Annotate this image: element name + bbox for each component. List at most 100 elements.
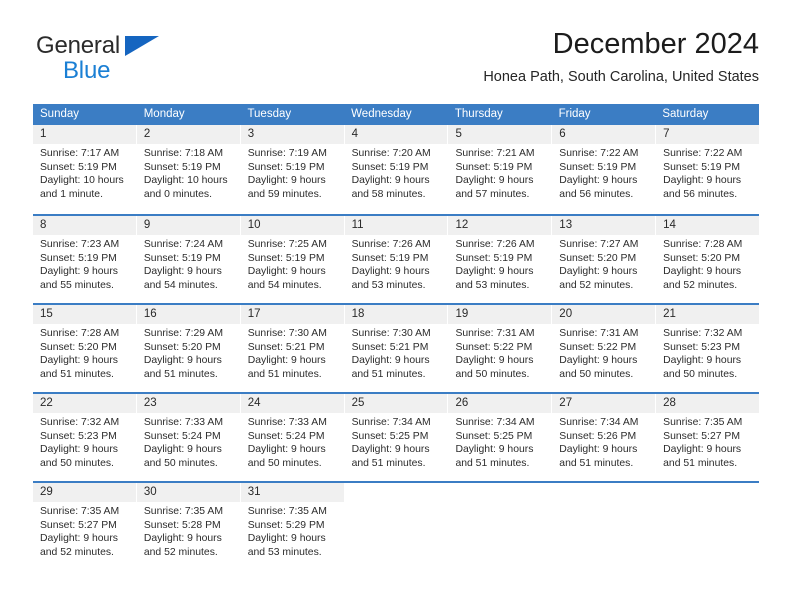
- sunrise-text: Sunrise: 7:35 AM: [663, 417, 743, 428]
- day-sun-info: Sunrise: 7:31 AM Sunset: 5:22 PM Daylight:…: [552, 324, 655, 381]
- daylight-text-line2: and 51 minutes.: [247, 368, 322, 380]
- day-sun-info: Sunrise: 7:24 AM Sunset: 5:19 PM Daylight:…: [137, 235, 240, 292]
- sunrise-text: Sunrise: 7:31 AM: [455, 328, 535, 339]
- calendar-day-cell[interactable]: 27 Sunrise: 7:34 AM Sunset: 5:26 PM Dayligh…: [552, 394, 656, 480]
- day-number: 27: [552, 394, 656, 413]
- calendar-day-cell[interactable]: 4 Sunrise: 7:20 AM Sunset: 5:19 PM Daylight…: [344, 125, 448, 213]
- day-sun-info: Sunrise: 7:26 AM Sunset: 5:19 PM Daylight:…: [448, 235, 551, 292]
- daylight-text-line2: and 50 minutes.: [143, 457, 218, 469]
- day-sun-info: Sunrise: 7:35 AM Sunset: 5:27 PM Daylight:…: [656, 413, 759, 470]
- calendar-day-cell[interactable]: 12 Sunrise: 7:26 AM Sunset: 5:19 PM Dayligh…: [448, 216, 552, 302]
- daylight-text-line1: Daylight: 9 hours: [663, 266, 742, 278]
- sunrise-text: Sunrise: 7:27 AM: [559, 239, 639, 250]
- calendar-day-cell-empty: [656, 483, 759, 569]
- calendar-day-cell[interactable]: 13 Sunrise: 7:27 AM Sunset: 5:20 PM Dayligh…: [552, 216, 656, 302]
- day-sun-info: Sunrise: 7:33 AM Sunset: 5:24 PM Daylight:…: [241, 413, 344, 470]
- daylight-text-line1: Daylight: 9 hours: [247, 266, 326, 278]
- sunset-text: Sunset: 5:29 PM: [247, 519, 325, 531]
- calendar-day-cell-empty: [448, 483, 551, 569]
- calendar-day-cell[interactable]: 3 Sunrise: 7:19 AM Sunset: 5:19 PM Daylight…: [240, 125, 344, 213]
- daylight-text-line2: and 50 minutes.: [663, 368, 738, 380]
- day-number: 16: [136, 305, 240, 324]
- calendar-day-cell[interactable]: 7 Sunrise: 7:22 AM Sunset: 5:19 PM Daylight…: [656, 125, 760, 213]
- calendar-day-cell[interactable]: 23 Sunrise: 7:33 AM Sunset: 5:24 PM Dayligh…: [136, 394, 240, 480]
- day-number: 2: [136, 125, 240, 144]
- calendar-day-cell[interactable]: 16 Sunrise: 7:29 AM Sunset: 5:20 PM Dayligh…: [136, 305, 240, 391]
- day-number: 12: [448, 216, 552, 235]
- calendar-day-cell[interactable]: 24 Sunrise: 7:33 AM Sunset: 5:24 PM Dayligh…: [240, 394, 344, 480]
- sunset-text: Sunset: 5:24 PM: [247, 430, 325, 442]
- daylight-text-line1: Daylight: 9 hours: [247, 355, 326, 367]
- sunrise-text: Sunrise: 7:28 AM: [663, 239, 743, 250]
- day-sun-info: Sunrise: 7:22 AM Sunset: 5:19 PM Daylight:…: [656, 144, 759, 201]
- daylight-text-line1: Daylight: 9 hours: [559, 444, 638, 456]
- day-number: [656, 483, 759, 502]
- calendar-day-cell[interactable]: 18 Sunrise: 7:30 AM Sunset: 5:21 PM Dayligh…: [344, 305, 448, 391]
- sunrise-text: Sunrise: 7:17 AM: [40, 148, 120, 159]
- day-number: 21: [656, 305, 760, 324]
- day-sun-info: Sunrise: 7:34 AM Sunset: 5:25 PM Daylight:…: [448, 413, 551, 470]
- day-number: 3: [240, 125, 344, 144]
- calendar-day-cell[interactable]: 14 Sunrise: 7:28 AM Sunset: 5:20 PM Dayligh…: [656, 216, 760, 302]
- calendar-day-cell[interactable]: 15 Sunrise: 7:28 AM Sunset: 5:20 PM Dayligh…: [33, 305, 136, 391]
- calendar-day-cell[interactable]: 29 Sunrise: 7:35 AM Sunset: 5:27 PM Dayligh…: [33, 483, 136, 569]
- calendar-day-cell[interactable]: 11 Sunrise: 7:26 AM Sunset: 5:19 PM Dayligh…: [344, 216, 448, 302]
- calendar-day-cell[interactable]: 10 Sunrise: 7:25 AM Sunset: 5:19 PM Dayligh…: [240, 216, 344, 302]
- sunset-text: Sunset: 5:27 PM: [663, 430, 740, 442]
- daylight-text-line1: Daylight: 9 hours: [559, 266, 638, 278]
- calendar-day-cell[interactable]: 1 Sunrise: 7:17 AM Sunset: 5:19 PM Daylight…: [33, 125, 136, 213]
- day-sun-info: Sunrise: 7:35 AM Sunset: 5:28 PM Daylight:…: [137, 502, 240, 559]
- sunset-text: Sunset: 5:23 PM: [663, 341, 740, 353]
- calendar-day-cell[interactable]: 19 Sunrise: 7:31 AM Sunset: 5:22 PM Dayligh…: [448, 305, 552, 391]
- sunset-text: Sunset: 5:22 PM: [559, 341, 637, 353]
- daylight-text-line1: Daylight: 9 hours: [455, 175, 534, 187]
- sunset-text: Sunset: 5:19 PM: [247, 252, 325, 264]
- sunset-text: Sunset: 5:19 PM: [247, 161, 325, 173]
- calendar-day-cell[interactable]: 21 Sunrise: 7:32 AM Sunset: 5:23 PM Dayligh…: [656, 305, 760, 391]
- calendar-day-cell-empty: [345, 483, 448, 569]
- calendar-day-cell[interactable]: 30 Sunrise: 7:35 AM Sunset: 5:28 PM Dayligh…: [136, 483, 240, 569]
- page-subtitle: Honea Path, South Carolina, United State…: [483, 69, 759, 85]
- calendar-day-cell[interactable]: 31 Sunrise: 7:35 AM Sunset: 5:29 PM Dayligh…: [240, 483, 344, 569]
- day-sun-info: Sunrise: 7:32 AM Sunset: 5:23 PM Daylight:…: [33, 413, 136, 470]
- weekday-header-monday: Monday: [143, 108, 185, 120]
- day-sun-info: Sunrise: 7:25 AM Sunset: 5:19 PM Daylight:…: [241, 235, 344, 292]
- calendar-day-cell[interactable]: 2 Sunrise: 7:18 AM Sunset: 5:19 PM Daylight…: [136, 125, 240, 213]
- day-sun-info: [552, 502, 655, 505]
- calendar-day-cell[interactable]: 20 Sunrise: 7:31 AM Sunset: 5:22 PM Dayligh…: [552, 305, 656, 391]
- calendar-day-cell[interactable]: 22 Sunrise: 7:32 AM Sunset: 5:23 PM Dayligh…: [33, 394, 136, 480]
- daylight-text-line1: Daylight: 10 hours: [143, 175, 228, 187]
- calendar-day-cell[interactable]: 25 Sunrise: 7:34 AM Sunset: 5:25 PM Dayligh…: [344, 394, 448, 480]
- calendar-day-cell[interactable]: 5 Sunrise: 7:21 AM Sunset: 5:19 PM Daylight…: [448, 125, 552, 213]
- day-number: [345, 483, 448, 502]
- day-sun-info: Sunrise: 7:31 AM Sunset: 5:22 PM Daylight:…: [448, 324, 551, 381]
- sunrise-text: Sunrise: 7:34 AM: [351, 417, 431, 428]
- day-number: 29: [33, 483, 136, 502]
- calendar-day-cell[interactable]: 26 Sunrise: 7:34 AM Sunset: 5:25 PM Dayligh…: [448, 394, 552, 480]
- daylight-text-line1: Daylight: 9 hours: [247, 533, 326, 545]
- day-sun-info: Sunrise: 7:18 AM Sunset: 5:19 PM Daylight:…: [137, 144, 240, 201]
- day-number: 18: [344, 305, 448, 324]
- calendar-day-cell[interactable]: 9 Sunrise: 7:24 AM Sunset: 5:19 PM Daylight…: [136, 216, 240, 302]
- weekday-header-thursday: Thursday: [454, 108, 503, 120]
- day-number: 15: [33, 305, 136, 324]
- day-number: 13: [552, 216, 656, 235]
- day-number: 24: [240, 394, 344, 413]
- daylight-text-line2: and 55 minutes.: [40, 279, 114, 291]
- calendar-day-cell[interactable]: 28 Sunrise: 7:35 AM Sunset: 5:27 PM Dayligh…: [656, 394, 760, 480]
- day-sun-info: Sunrise: 7:23 AM Sunset: 5:19 PM Daylight:…: [33, 235, 136, 292]
- calendar-day-cell[interactable]: 17 Sunrise: 7:30 AM Sunset: 5:21 PM Dayligh…: [240, 305, 344, 391]
- daylight-text-line1: Daylight: 10 hours: [40, 175, 124, 187]
- calendar-day-cell[interactable]: 6 Sunrise: 7:22 AM Sunset: 5:19 PM Daylight…: [552, 125, 656, 213]
- calendar-page: General Blue December 2024 Honea Path, S…: [0, 0, 792, 612]
- daylight-text-line1: Daylight: 9 hours: [351, 175, 430, 187]
- daylight-text-line1: Daylight: 9 hours: [143, 444, 222, 456]
- calendar-week-row: 15 Sunrise: 7:28 AM Sunset: 5:20 PM Dayligh…: [33, 303, 760, 391]
- day-number: 8: [33, 216, 136, 235]
- general-blue-logo[interactable]: General Blue: [33, 32, 253, 92]
- calendar-day-cell[interactable]: 8 Sunrise: 7:23 AM Sunset: 5:19 PM Daylight…: [33, 216, 136, 302]
- sunset-text: Sunset: 5:28 PM: [143, 519, 221, 531]
- logo-text-general: General: [36, 32, 120, 59]
- logo-triangle-icon: [125, 36, 159, 56]
- day-sun-info: Sunrise: 7:17 AM Sunset: 5:19 PM Daylight:…: [33, 144, 136, 201]
